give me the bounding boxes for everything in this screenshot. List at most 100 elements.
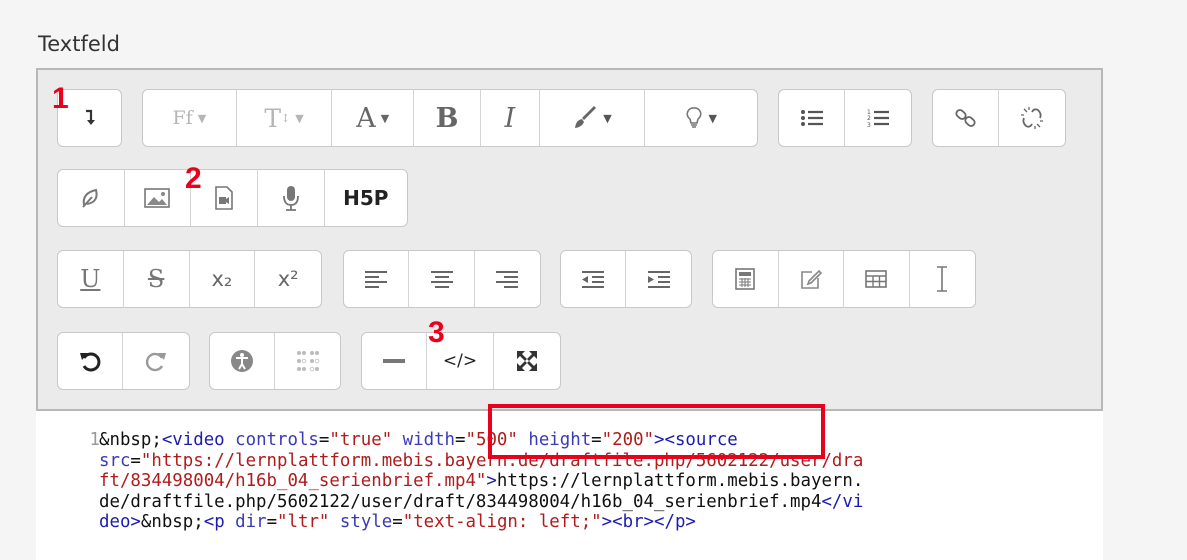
h5p-button[interactable]: H5P (325, 170, 408, 226)
alignment-group (343, 250, 541, 308)
svg-text:2: 2 (867, 115, 871, 122)
font-color-icon: A (356, 102, 376, 134)
chevron-down-icon: ▼ (197, 111, 207, 125)
clear-formatting-button[interactable] (910, 251, 976, 307)
edit-button[interactable] (779, 251, 844, 307)
annotation-highlight-box (488, 404, 825, 459)
unlink-button[interactable] (999, 90, 1065, 146)
subscript-label: x₂ (211, 267, 233, 291)
media-file-icon (215, 186, 233, 210)
align-center-icon (430, 271, 453, 288)
outdent-icon (582, 271, 604, 288)
align-right-icon (496, 271, 519, 288)
superscript-label: x² (277, 267, 299, 291)
paintbrush-icon (575, 106, 597, 128)
atto-editor: Ff ▼ T ↕ ▼ A ▼ B I ▼ ▼ 1 2 3 H5P U S x₂ … (36, 68, 1103, 411)
font-family-label: Ff (172, 107, 193, 129)
horizontal-rule-button[interactable] (362, 333, 428, 389)
indent-group (560, 250, 692, 308)
link-button[interactable] (933, 90, 999, 146)
chevron-down-icon: ▼ (295, 111, 304, 125)
insert-image-button[interactable] (125, 170, 192, 226)
bold-label: B (435, 102, 459, 134)
font-family-button[interactable]: Ff ▼ (143, 90, 237, 146)
link-group (932, 89, 1066, 147)
strikethrough-label: S (147, 265, 165, 293)
leaf-icon (82, 188, 98, 208)
collapse-arrow-icon (85, 109, 95, 125)
underline-button[interactable]: U (58, 251, 124, 307)
undo-button[interactable] (58, 333, 124, 389)
lightbulb-icon (686, 107, 702, 128)
screen-reader-helper-button[interactable] (275, 333, 340, 389)
media-group: H5P (57, 169, 408, 227)
bold-button[interactable]: B (414, 90, 481, 146)
accessibility-checker-button[interactable] (210, 333, 275, 389)
image-icon (144, 188, 171, 208)
code-icon: </> (442, 351, 478, 371)
text-format-group: Ff ▼ T ↕ ▼ A ▼ B I ▼ ▼ (142, 89, 758, 147)
ordered-list-button[interactable]: 123 (845, 90, 911, 146)
emoticon-button[interactable] (58, 170, 125, 226)
italic-button[interactable]: I (481, 90, 540, 146)
fullscreen-button[interactable] (494, 333, 560, 389)
numbered-list-icon: 123 (867, 109, 889, 128)
text-decoration-group: U S x₂ x² (57, 250, 322, 308)
expand-icon (516, 351, 537, 371)
italic-label: I (504, 102, 516, 134)
horizontal-rule-icon (383, 359, 406, 363)
indent-icon (647, 271, 670, 288)
code-line-5: deo>&nbsp;<p dir="ltr" style="text-align… (99, 512, 696, 533)
code-line-3: ft/834498004/h16b_04_serienbrief.mp4">ht… (99, 471, 864, 492)
table-icon (865, 270, 888, 288)
strikethrough-button[interactable]: S (124, 251, 190, 307)
calculator-icon (735, 268, 756, 290)
background-color-button[interactable]: ▼ (540, 90, 646, 146)
equation-button[interactable] (713, 251, 779, 307)
undo-icon (80, 352, 101, 372)
link-icon (954, 109, 976, 127)
unlink-icon (1021, 107, 1043, 129)
style-button[interactable]: ▼ (645, 90, 757, 146)
record-audio-button[interactable] (258, 170, 325, 226)
code-line-4: de/draftfile.php/5602122/user/draft/8344… (99, 491, 864, 512)
line-number: 1 (89, 430, 100, 450)
align-left-icon (365, 271, 388, 288)
misc-group: </> (361, 332, 561, 390)
bullet-list-icon (800, 110, 823, 126)
chevron-down-icon: ▼ (708, 111, 717, 125)
align-right-button[interactable] (475, 251, 540, 307)
history-group (57, 332, 190, 390)
font-size-button[interactable]: T ↕ ▼ (237, 90, 333, 146)
chevron-down-icon: ▼ (603, 111, 612, 125)
annotation-marker-2: 2 (185, 162, 202, 195)
superscript-button[interactable]: x² (255, 251, 321, 307)
toolbar-row-3: U S x₂ x² (38, 250, 1101, 308)
outdent-button[interactable] (561, 251, 626, 307)
insert-group (712, 250, 976, 308)
font-color-button[interactable]: A ▼ (332, 90, 415, 146)
annotation-marker-1: 1 (52, 82, 69, 115)
align-center-button[interactable] (409, 251, 475, 307)
list-group: 123 (778, 89, 912, 147)
redo-icon (145, 352, 166, 372)
chevron-down-icon: ▼ (380, 111, 390, 125)
microphone-icon (282, 186, 299, 211)
field-label: Textfeld (38, 32, 120, 56)
braille-icon (296, 351, 319, 372)
toolbar-row-4: </> (38, 332, 1101, 390)
text-cursor-icon (937, 266, 948, 292)
annotation-marker-3: 3 (428, 316, 445, 349)
toolbar-row-1: Ff ▼ T ↕ ▼ A ▼ B I ▼ ▼ 1 2 3 (38, 89, 1101, 147)
unordered-list-button[interactable] (779, 90, 845, 146)
subscript-button[interactable]: x₂ (190, 251, 256, 307)
indent-button[interactable] (626, 251, 691, 307)
svg-text:3: 3 (867, 122, 871, 128)
redo-button[interactable] (123, 333, 189, 389)
font-size-label: T (264, 103, 282, 133)
edit-icon (800, 269, 822, 289)
align-left-button[interactable] (344, 251, 410, 307)
table-button[interactable] (844, 251, 910, 307)
h5p-logo: H5P (343, 186, 389, 210)
accessibility-group (209, 332, 341, 390)
